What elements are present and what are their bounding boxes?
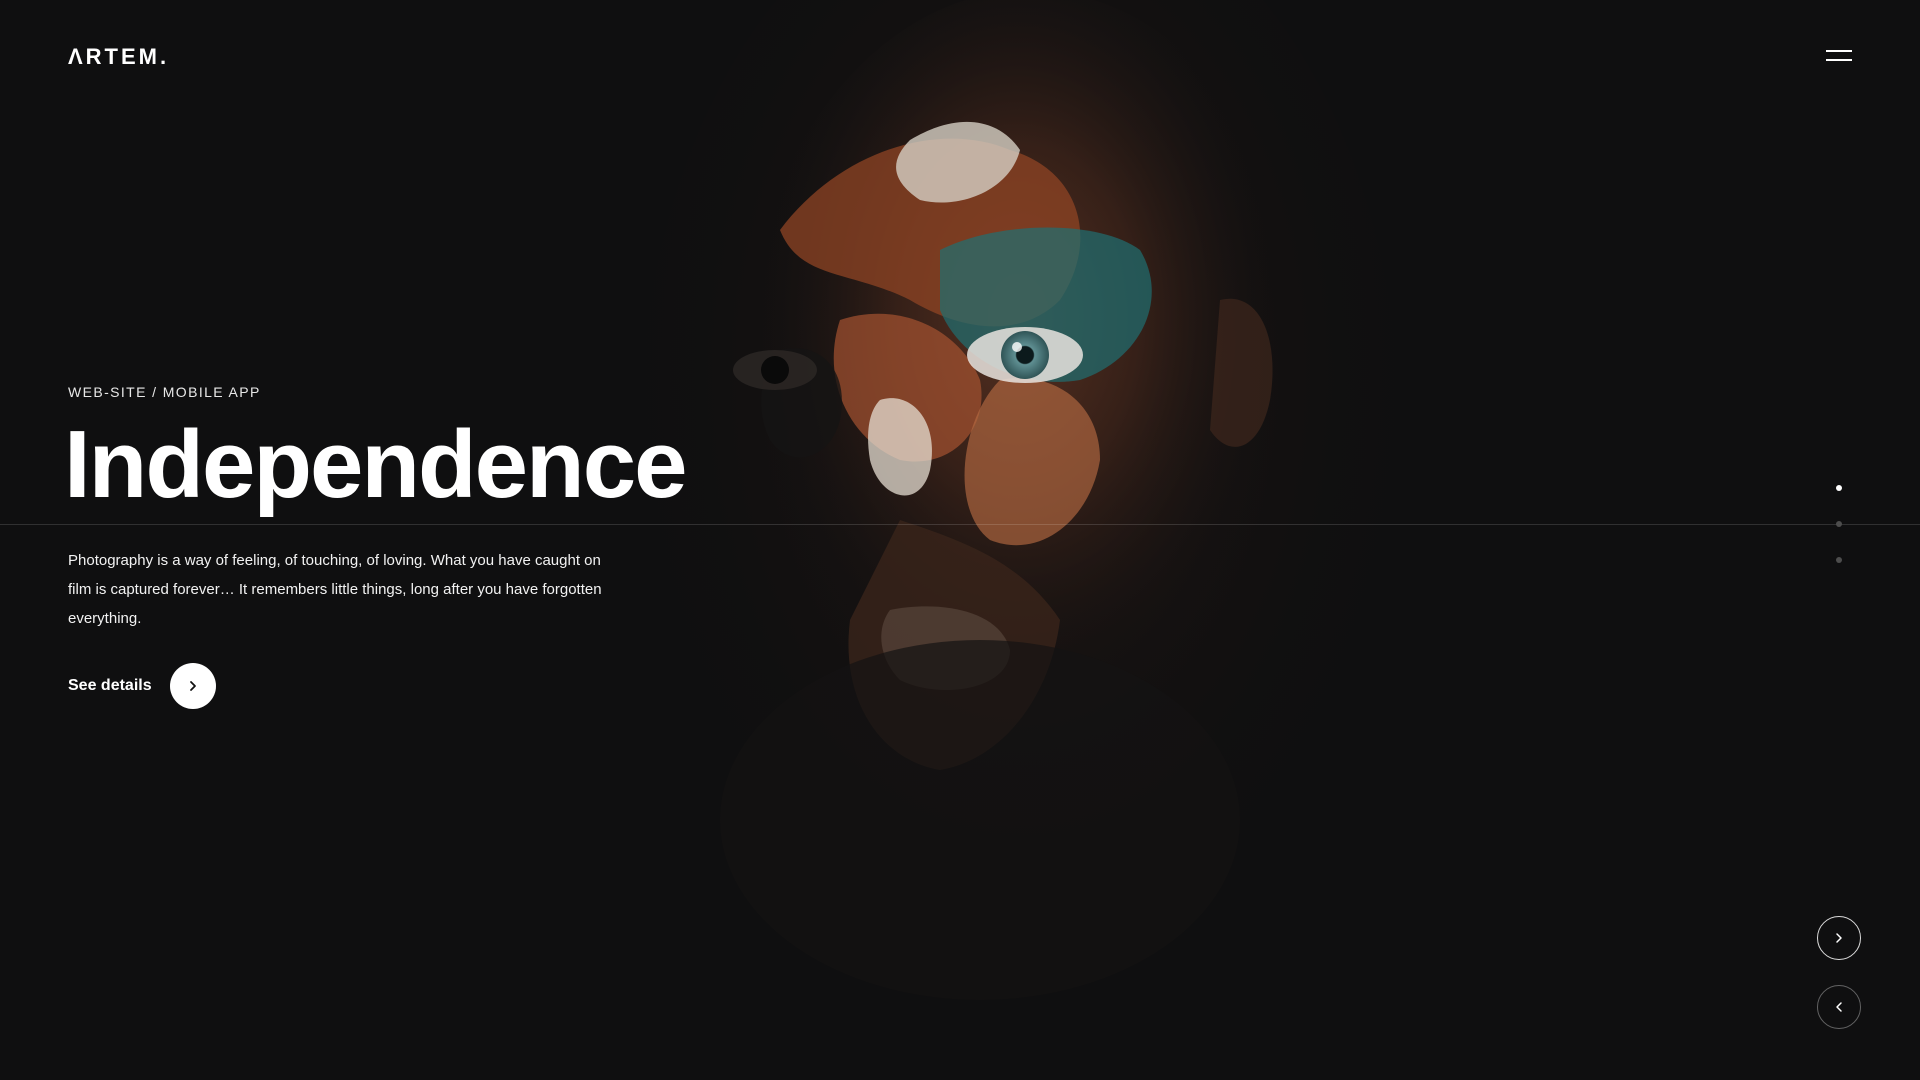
next-slide-button[interactable] bbox=[1817, 916, 1861, 960]
hamburger-menu-icon[interactable] bbox=[1826, 46, 1852, 66]
project-category: WEB-SITE / MOBILE APP bbox=[68, 384, 261, 400]
menu-line-top bbox=[1826, 50, 1852, 52]
slide-pagination bbox=[1836, 485, 1844, 593]
brand-logo[interactable]: ΛRTEM. bbox=[68, 44, 169, 70]
hero-description: Photography is a way of feeling, of touc… bbox=[68, 552, 602, 627]
slide-dot-1[interactable] bbox=[1836, 485, 1842, 491]
hero-page: ΛRTEM. WEB-SITE / MOBILE APP Independenc… bbox=[0, 0, 1920, 1080]
slide-dot-2[interactable] bbox=[1836, 521, 1842, 527]
chevron-right-icon[interactable] bbox=[169, 663, 216, 709]
hero-portrait-image bbox=[580, 0, 1480, 1080]
see-details-button[interactable]: See details bbox=[68, 663, 216, 709]
menu-line-bottom bbox=[1826, 59, 1852, 61]
prev-slide-button[interactable] bbox=[1817, 985, 1861, 1029]
chevron-right-icon bbox=[1836, 933, 1842, 943]
horizontal-divider bbox=[0, 524, 1920, 525]
slide-dot-3[interactable] bbox=[1836, 557, 1842, 563]
page-title: Independence bbox=[64, 411, 687, 518]
see-details-label: See details bbox=[68, 677, 152, 694]
chevron-left-icon bbox=[1836, 1002, 1842, 1012]
